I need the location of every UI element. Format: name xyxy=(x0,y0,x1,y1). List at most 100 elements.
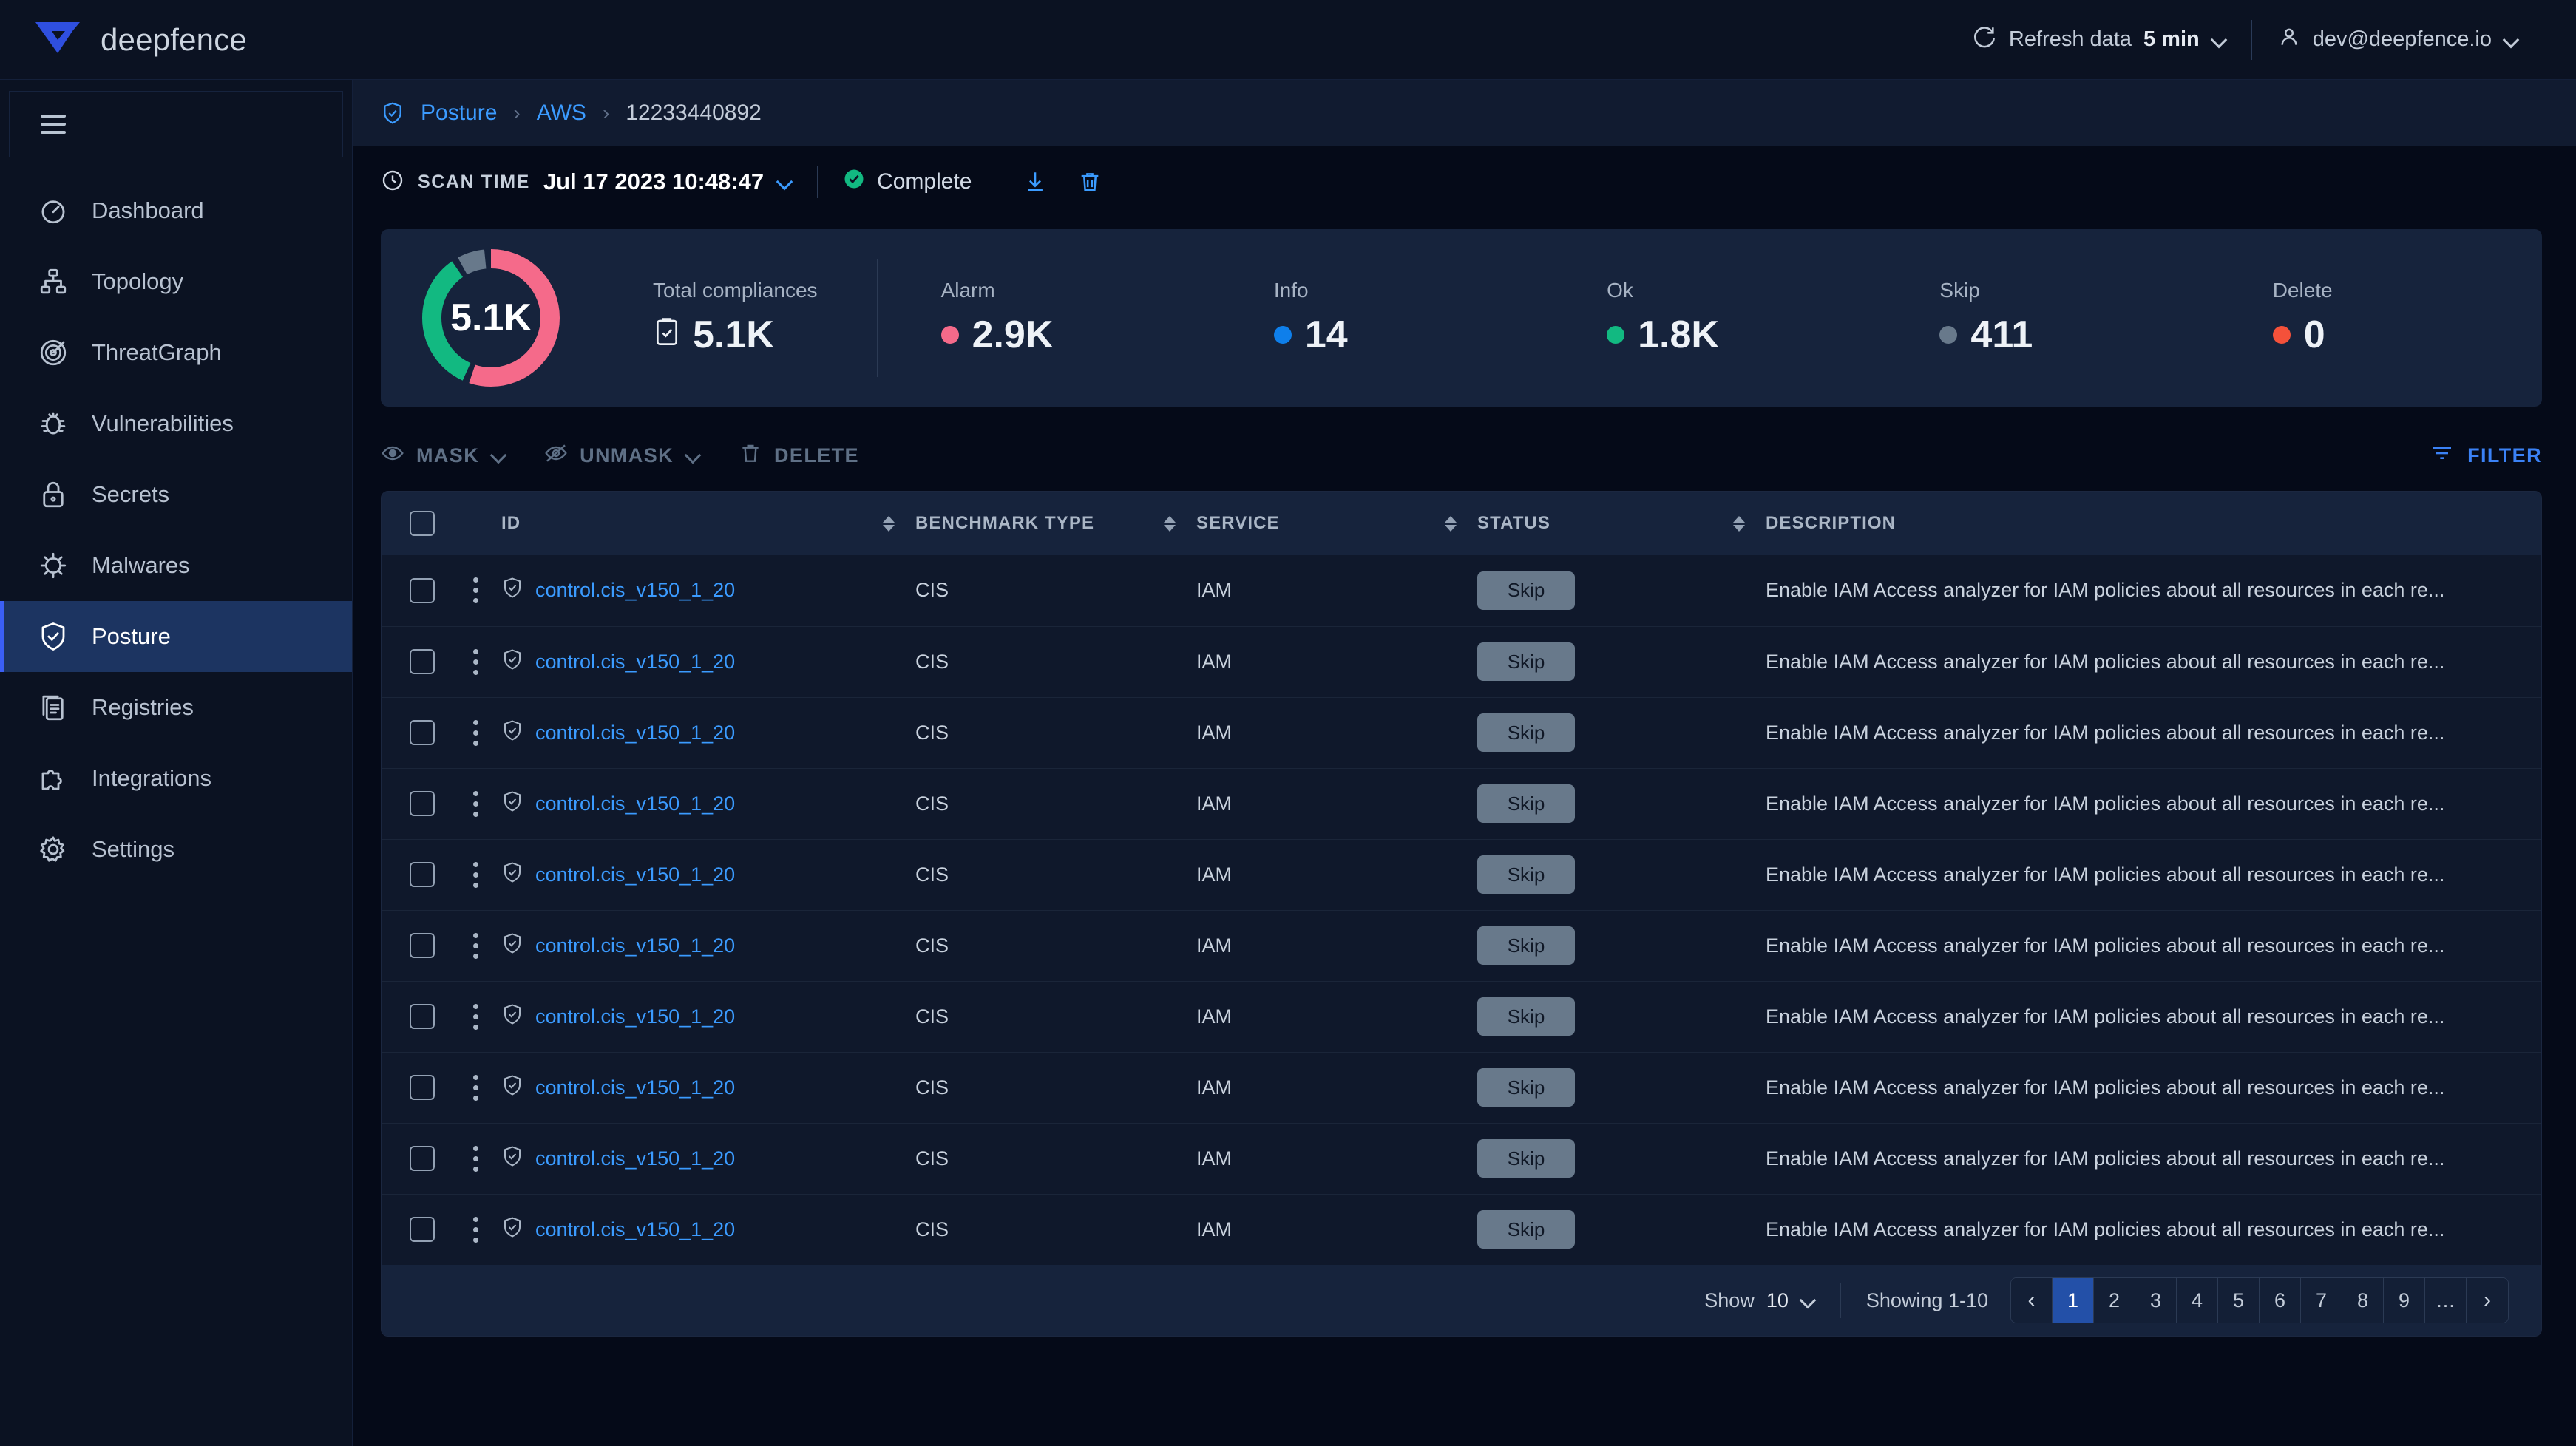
row-actions-menu-icon[interactable] xyxy=(450,719,501,746)
page-button-8[interactable]: 8 xyxy=(2342,1278,2384,1323)
row-actions-menu-icon[interactable] xyxy=(450,577,501,604)
control-id-link[interactable]: control.cis_v150_1_20 xyxy=(535,863,735,886)
control-id-link[interactable]: control.cis_v150_1_20 xyxy=(535,1147,735,1170)
breadcrumb-aws[interactable]: AWS xyxy=(537,101,586,126)
sidebar-item-topology[interactable]: Topology xyxy=(0,246,352,317)
column-header-status[interactable]: STATUS xyxy=(1477,492,1766,555)
chevron-down-icon[interactable] xyxy=(777,174,792,189)
sort-icon[interactable] xyxy=(1445,515,1457,532)
column-header-benchmark-type[interactable]: BENCHMARK TYPE xyxy=(915,492,1196,555)
row-checkbox[interactable] xyxy=(410,862,435,887)
sidebar-item-threatgraph[interactable]: ThreatGraph xyxy=(0,317,352,388)
page-button-3[interactable]: 3 xyxy=(2135,1278,2177,1323)
page-button-5[interactable]: 5 xyxy=(2218,1278,2260,1323)
row-actions-menu-icon[interactable] xyxy=(450,648,501,675)
sidebar-item-secrets[interactable]: Secrets xyxy=(0,459,352,530)
control-id-link[interactable]: control.cis_v150_1_20 xyxy=(535,1005,735,1028)
next-page-button[interactable]: › xyxy=(2467,1278,2508,1323)
control-id-link[interactable]: control.cis_v150_1_20 xyxy=(535,722,735,744)
page-button-9[interactable]: 9 xyxy=(2384,1278,2425,1323)
cell-benchmark-type: CIS xyxy=(915,767,1196,839)
refresh-data-control[interactable]: Refresh data 5 min xyxy=(1947,24,2251,55)
cell-status: Skip xyxy=(1477,1051,1766,1123)
select-all-checkbox[interactable] xyxy=(410,511,435,536)
stat-skip: Skip 411 xyxy=(1876,279,2209,357)
page-button-6[interactable]: 6 xyxy=(2260,1278,2301,1323)
rows-per-page-select[interactable]: Show 10 xyxy=(1704,1289,1815,1312)
user-menu[interactable]: dev@deepfence.io xyxy=(2252,25,2543,55)
sidebar-item-posture[interactable]: Posture xyxy=(0,601,352,672)
sort-icon[interactable] xyxy=(1164,515,1176,532)
download-report-button[interactable] xyxy=(1023,169,1048,194)
row-checkbox[interactable] xyxy=(410,649,435,674)
cell-benchmark-type: CIS xyxy=(915,838,1196,910)
row-checkbox[interactable] xyxy=(410,720,435,745)
table-row[interactable]: control.cis_v150_1_20 CIS IAM Skip Enable IA… xyxy=(382,696,2541,768)
table-row[interactable]: control.cis_v150_1_20 CIS IAM Skip Enable IA… xyxy=(382,838,2541,910)
sidebar-toggle-button[interactable] xyxy=(9,91,343,157)
row-checkbox[interactable] xyxy=(410,791,435,816)
table-row[interactable]: control.cis_v150_1_20 CIS IAM Skip Enable IA… xyxy=(382,555,2541,626)
page-button-1[interactable]: 1 xyxy=(2053,1278,2094,1323)
page-button-4[interactable]: 4 xyxy=(2177,1278,2218,1323)
control-id-link[interactable]: control.cis_v150_1_20 xyxy=(535,1076,735,1099)
table-row[interactable]: control.cis_v150_1_20 CIS IAM Skip Enable IA… xyxy=(382,767,2541,839)
table-row[interactable]: control.cis_v150_1_20 CIS IAM Skip Enable IA… xyxy=(382,625,2541,697)
sidebar-item-integrations[interactable]: Integrations xyxy=(0,743,352,814)
row-actions-menu-icon[interactable] xyxy=(450,1003,501,1030)
sidebar-item-malwares[interactable]: Malwares xyxy=(0,530,352,601)
scan-time-label: SCAN TIME xyxy=(418,171,530,192)
row-checkbox[interactable] xyxy=(410,1217,435,1243)
brand[interactable]: deepfence xyxy=(34,19,247,60)
page-button-7[interactable]: 7 xyxy=(2301,1278,2342,1323)
row-checkbox[interactable] xyxy=(410,933,435,958)
delete-scan-button[interactable] xyxy=(1077,169,1102,194)
page-button-…[interactable]: … xyxy=(2425,1278,2467,1323)
row-checkbox[interactable] xyxy=(410,1004,435,1029)
row-checkbox[interactable] xyxy=(410,1075,435,1100)
eye-off-icon xyxy=(544,441,568,470)
control-id-link[interactable]: control.cis_v150_1_20 xyxy=(535,934,735,957)
cell-id: control.cis_v150_1_20 xyxy=(501,696,915,768)
radar-icon xyxy=(37,336,70,369)
row-actions-menu-icon[interactable] xyxy=(450,1145,501,1172)
unmask-button[interactable]: UNMASK xyxy=(544,441,739,470)
control-id-link[interactable]: control.cis_v150_1_20 xyxy=(535,651,735,673)
table-header-row: ID BENCHMARK TYPE SERVICE STATUS DESCRIP… xyxy=(382,492,2541,555)
sidebar-item-vulnerabilities[interactable]: Vulnerabilities xyxy=(0,388,352,459)
control-id-link[interactable]: control.cis_v150_1_20 xyxy=(535,1218,735,1241)
filter-icon xyxy=(2430,441,2454,470)
column-header-id[interactable]: ID xyxy=(501,492,915,555)
sidebar-item-settings[interactable]: Settings xyxy=(0,814,352,885)
control-id-link[interactable]: control.cis_v150_1_20 xyxy=(535,792,735,815)
row-actions-menu-icon[interactable] xyxy=(450,861,501,888)
shield-check-icon xyxy=(501,577,523,604)
row-actions-menu-icon[interactable] xyxy=(450,790,501,817)
table-row[interactable]: control.cis_v150_1_20 CIS IAM Skip Enable IA… xyxy=(382,1051,2541,1123)
table-row[interactable]: control.cis_v150_1_20 CIS IAM Skip Enable IA… xyxy=(382,1122,2541,1194)
table-row[interactable]: control.cis_v150_1_20 CIS IAM Skip Enable IA… xyxy=(382,909,2541,981)
control-id-link[interactable]: control.cis_v150_1_20 xyxy=(535,579,735,602)
row-checkbox[interactable] xyxy=(410,1146,435,1171)
sidebar-item-registries[interactable]: Registries xyxy=(0,672,352,743)
page-button-2[interactable]: 2 xyxy=(2094,1278,2135,1323)
cell-id: control.cis_v150_1_20 xyxy=(501,1193,915,1265)
breadcrumb-posture[interactable]: Posture xyxy=(421,101,497,126)
column-header-service[interactable]: SERVICE xyxy=(1196,492,1477,555)
row-actions-menu-icon[interactable] xyxy=(450,932,501,959)
filter-button[interactable]: FILTER xyxy=(2430,441,2542,470)
bug-icon xyxy=(37,407,70,440)
column-label: ID xyxy=(501,513,521,533)
sort-icon[interactable] xyxy=(1733,515,1745,532)
row-actions-menu-icon[interactable] xyxy=(450,1074,501,1101)
table-row[interactable]: control.cis_v150_1_20 CIS IAM Skip Enable IA… xyxy=(382,980,2541,1052)
row-actions-menu-icon[interactable] xyxy=(450,1216,501,1243)
prev-page-button[interactable]: ‹ xyxy=(2011,1278,2053,1323)
sidebar-item-dashboard[interactable]: Dashboard xyxy=(0,175,352,246)
row-checkbox[interactable] xyxy=(410,577,435,603)
sort-icon[interactable] xyxy=(883,515,895,532)
cell-benchmark-type: CIS xyxy=(915,1193,1196,1265)
table-row[interactable]: control.cis_v150_1_20 CIS IAM Skip Enable IA… xyxy=(382,1193,2541,1265)
mask-button[interactable]: MASK xyxy=(381,441,544,470)
delete-button[interactable]: DELETE xyxy=(739,441,898,470)
